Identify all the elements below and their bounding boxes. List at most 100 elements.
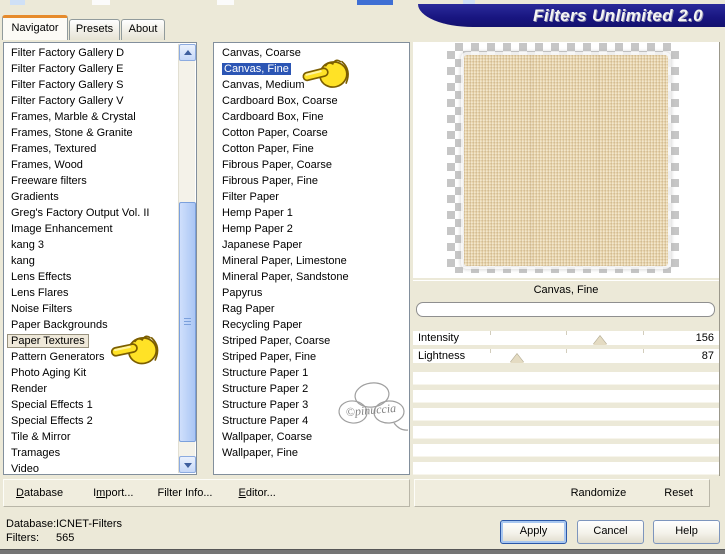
category-item[interactable]: Noise Filters bbox=[4, 301, 196, 317]
sliver-segment bbox=[92, 0, 110, 5]
titlebar: Filters Unlimited 2.0 bbox=[418, 4, 725, 27]
category-item[interactable]: Special Effects 1 bbox=[4, 397, 196, 413]
tab-label: About bbox=[128, 23, 158, 35]
filter-item[interactable]: Striped Paper, Fine bbox=[214, 349, 409, 365]
filter-item[interactable]: Structure Paper 1 bbox=[214, 365, 409, 381]
category-item[interactable]: Filter Factory Gallery V bbox=[4, 93, 196, 109]
filter-item[interactable]: Wallpaper, Fine bbox=[214, 445, 409, 461]
help-button[interactable]: Help bbox=[653, 520, 720, 544]
filters-label: Filters: bbox=[6, 532, 39, 544]
toolbar-right-group: Randomize Reset bbox=[414, 479, 710, 507]
preview-box bbox=[413, 42, 719, 278]
slider-tick bbox=[489, 331, 491, 335]
database-button[interactable]: Database bbox=[16, 487, 63, 499]
slider-label: Intensity bbox=[418, 332, 459, 344]
category-item[interactable]: Paper Textures bbox=[4, 333, 196, 349]
category-item[interactable]: kang bbox=[4, 253, 196, 269]
category-item[interactable]: Filter Factory Gallery S bbox=[4, 77, 196, 93]
filter-item[interactable]: Mineral Paper, Sandstone bbox=[214, 269, 409, 285]
slider-handle[interactable] bbox=[592, 336, 607, 345]
arrow-down-icon bbox=[184, 463, 192, 468]
filter-item[interactable]: Fibrous Paper, Fine bbox=[214, 173, 409, 189]
filter-item[interactable]: Canvas, Coarse bbox=[214, 45, 409, 61]
sliver-segment bbox=[217, 0, 234, 5]
database-value: ICNET-Filters bbox=[56, 518, 122, 530]
category-item[interactable]: Frames, Textured bbox=[4, 141, 196, 157]
category-item[interactable]: Special Effects 2 bbox=[4, 413, 196, 429]
apply-button[interactable]: Apply bbox=[500, 520, 567, 544]
category-item[interactable]: Lens Effects bbox=[4, 269, 196, 285]
import-button[interactable]: Import... bbox=[93, 487, 133, 499]
category-item[interactable]: Lens Flares bbox=[4, 285, 196, 301]
category-item[interactable]: Photo Aging Kit bbox=[4, 365, 196, 381]
category-item[interactable]: Pattern Generators bbox=[4, 349, 196, 365]
status-area: Database: ICNET-Filters Filters: 565 bbox=[6, 517, 122, 545]
filter-item[interactable]: Japanese Paper bbox=[214, 237, 409, 253]
arrow-up-icon bbox=[184, 50, 192, 55]
category-item[interactable]: Freeware filters bbox=[4, 173, 196, 189]
filter-item[interactable]: Cotton Paper, Coarse bbox=[214, 125, 409, 141]
empty-slider-slot bbox=[413, 462, 719, 474]
empty-slider-slot bbox=[413, 390, 719, 402]
category-item[interactable]: Video bbox=[4, 461, 196, 474]
slider-lightness[interactable]: Lightness 87 bbox=[413, 349, 719, 363]
sliver-segment bbox=[357, 0, 393, 5]
slider-label: Lightness bbox=[418, 350, 466, 362]
category-item[interactable]: Frames, Marble & Crystal bbox=[4, 109, 196, 125]
slider-tick bbox=[642, 331, 644, 335]
reset-button[interactable]: Reset bbox=[664, 487, 693, 499]
slider-tick bbox=[566, 349, 567, 353]
canvas-texture-preview bbox=[464, 55, 668, 266]
category-item[interactable]: Filter Factory Gallery E bbox=[4, 61, 196, 77]
tab-label: Navigator bbox=[11, 22, 59, 34]
empty-slider-slot bbox=[413, 408, 719, 420]
slider-intensity[interactable]: Intensity 156 bbox=[413, 331, 719, 345]
filter-item[interactable]: Cotton Paper, Fine bbox=[214, 141, 409, 157]
filter-item[interactable]: Fibrous Paper, Coarse bbox=[214, 157, 409, 173]
filter-item[interactable]: Papyrus bbox=[214, 285, 409, 301]
category-item[interactable]: Gradients bbox=[4, 189, 196, 205]
category-item[interactable]: Filter Factory Gallery D bbox=[4, 45, 196, 61]
filter-item[interactable]: Filter Paper bbox=[214, 189, 409, 205]
category-scrollbar[interactable] bbox=[178, 44, 196, 473]
watermark-text: ©pinuccia bbox=[345, 401, 396, 419]
filter-item[interactable]: Hemp Paper 2 bbox=[214, 221, 409, 237]
category-item[interactable]: kang 3 bbox=[4, 237, 196, 253]
scrollbar-thumb[interactable] bbox=[179, 202, 196, 442]
category-item[interactable]: Tile & Mirror bbox=[4, 429, 196, 445]
slider-handle[interactable] bbox=[510, 354, 525, 363]
empty-slider-slot bbox=[413, 444, 719, 456]
filter-info-button[interactable]: Filter Info... bbox=[157, 487, 212, 499]
scroll-down-button[interactable] bbox=[179, 456, 196, 473]
preview-panel: Canvas, Fine Intensity 156 Lightness 87 bbox=[413, 42, 720, 476]
window-bottom-edge bbox=[0, 549, 725, 554]
slider-tick bbox=[489, 349, 491, 353]
filter-item[interactable]: Mineral Paper, Limestone bbox=[214, 253, 409, 269]
editor-button[interactable]: Editor... bbox=[239, 487, 276, 499]
filter-item[interactable]: Rag Paper bbox=[214, 301, 409, 317]
category-item[interactable]: Greg's Factory Output Vol. II bbox=[4, 205, 196, 221]
filter-item[interactable]: Cardboard Box, Fine bbox=[214, 109, 409, 125]
tab-label: Presets bbox=[75, 23, 114, 35]
tab-about[interactable]: About bbox=[121, 19, 165, 40]
preview-caption: Canvas, Fine bbox=[413, 280, 719, 298]
filter-item[interactable]: Recycling Paper bbox=[214, 317, 409, 333]
category-item[interactable]: Frames, Stone & Granite bbox=[4, 125, 196, 141]
tab-presets[interactable]: Presets bbox=[69, 19, 120, 40]
filter-item[interactable]: Hemp Paper 1 bbox=[214, 205, 409, 221]
category-item[interactable]: Tramages bbox=[4, 445, 196, 461]
scroll-up-button[interactable] bbox=[179, 44, 196, 61]
empty-slider-slot bbox=[413, 426, 719, 438]
filters-unlimited-window: Filters Unlimited 2.0 Navigator Presets … bbox=[0, 0, 725, 554]
filter-item[interactable]: Striped Paper, Coarse bbox=[214, 333, 409, 349]
cancel-button[interactable]: Cancel bbox=[577, 520, 644, 544]
category-item[interactable]: Frames, Wood bbox=[4, 157, 196, 173]
category-item[interactable]: Render bbox=[4, 381, 196, 397]
tab-navigator[interactable]: Navigator bbox=[2, 15, 68, 40]
randomize-button[interactable]: Randomize bbox=[571, 487, 627, 499]
filters-value: 565 bbox=[56, 532, 75, 544]
progress-bar bbox=[416, 302, 715, 317]
category-item[interactable]: Paper Backgrounds bbox=[4, 317, 196, 333]
category-listbox[interactable]: Filter Factory Gallery D Filter Factory G… bbox=[3, 42, 197, 475]
category-item[interactable]: Image Enhancement bbox=[4, 221, 196, 237]
